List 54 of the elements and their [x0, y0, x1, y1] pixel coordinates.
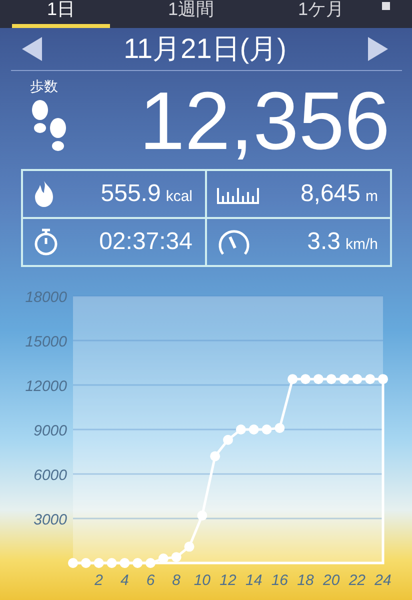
data-point [80, 558, 91, 568]
x-axis-label: 22 [348, 572, 366, 589]
flame-icon [33, 180, 55, 208]
x-axis-label: 24 [374, 572, 392, 589]
x-axis-label: 16 [271, 572, 288, 589]
x-axis-label: 18 [297, 572, 314, 589]
data-point [197, 510, 208, 521]
data-point [248, 424, 259, 434]
stat-value: 02:37:34 [99, 228, 192, 256]
data-point [313, 374, 324, 384]
data-point [184, 542, 194, 552]
tab[interactable]: 1日 [12, 0, 110, 28]
data-point [262, 424, 272, 434]
data-point [120, 558, 130, 568]
data-point [326, 374, 336, 384]
y-axis-label: 3000 [34, 511, 67, 528]
steps-label: 歩数 [30, 78, 59, 96]
y-axis-label: 12000 [25, 378, 67, 395]
step-count: 12,356 [139, 82, 390, 162]
next-arrow-icon[interactable] [368, 36, 388, 61]
date-label: 11月21日(月) [124, 32, 286, 66]
speedometer-icon [216, 228, 250, 256]
data-point [288, 374, 298, 384]
data-point [236, 424, 246, 434]
x-axis-label: 8 [172, 572, 180, 589]
data-point [300, 374, 310, 384]
data-point [210, 451, 220, 462]
data-point [365, 374, 376, 384]
stopwatch-icon [33, 228, 59, 256]
data-point [132, 558, 143, 568]
stat-value: 8,645 m [300, 180, 378, 208]
x-axis-label: 4 [120, 572, 129, 589]
data-point [223, 434, 233, 445]
x-axis-label: 10 [194, 572, 210, 589]
y-axis-label: 6000 [34, 466, 67, 484]
data-point [106, 558, 117, 568]
x-axis-label: 20 [323, 572, 340, 589]
data-point [339, 374, 350, 384]
stat-value: 3.3 km/h [307, 228, 378, 256]
data-point [68, 558, 78, 568]
data-point [274, 423, 285, 433]
tab[interactable]: 1週間 [142, 0, 240, 28]
x-axis-label: 12 [220, 572, 236, 589]
data-point [94, 558, 104, 568]
x-axis-label: 6 [146, 572, 155, 589]
y-axis-label: 9000 [34, 422, 67, 440]
x-axis-label: 14 [246, 572, 262, 589]
previous-arrow-icon[interactable] [22, 36, 42, 61]
stat-value: 555.9 kcal [100, 180, 192, 208]
x-axis-label: 2 [94, 572, 103, 589]
tab[interactable]: 1ケ月 [272, 0, 370, 28]
data-point [352, 374, 362, 384]
y-axis-label: 18000 [25, 288, 67, 306]
y-axis-label: 15000 [25, 333, 67, 350]
